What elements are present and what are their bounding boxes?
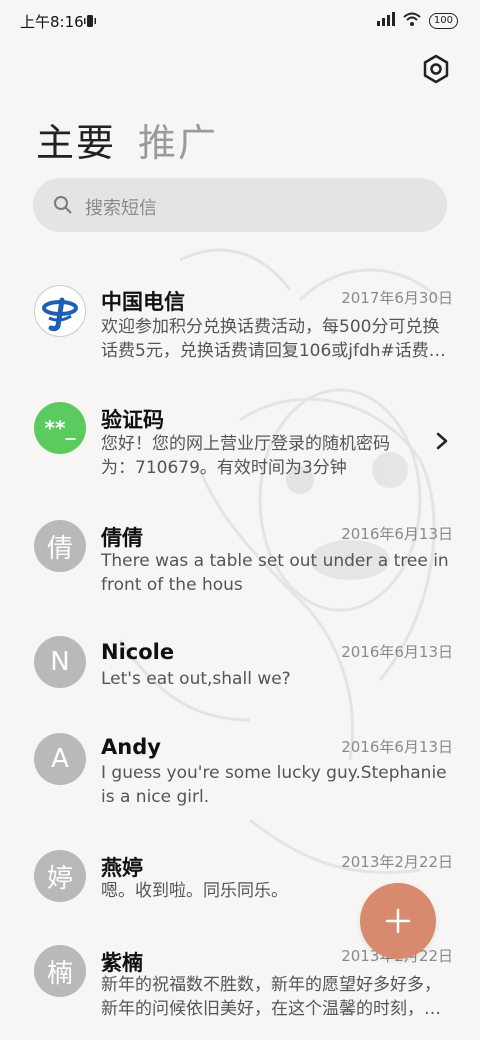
conversation-item[interactable]: N Nicole 2016年6月13日 Let's eat out,shall …: [0, 636, 480, 706]
avatar: 倩: [34, 520, 86, 572]
avatar: A: [34, 733, 86, 785]
avatar: **_: [34, 402, 86, 454]
contact-name: Nicole: [101, 640, 175, 664]
avatar-text: 婷: [46, 863, 73, 894]
avatar: N: [34, 636, 86, 688]
avatar: 婷: [34, 850, 86, 902]
message-date: 2013年2月22日: [341, 853, 453, 871]
status-bar: 上午8:16 100: [0, 0, 480, 42]
message-preview: 新年的祝福数不胜数，新年的愿望好多好多，新年的问候依旧美好，在这个温馨的时刻，…: [101, 975, 441, 1019]
message-date: 2016年6月13日: [341, 643, 453, 661]
message-preview: I guess you're some lucky guy.Stephanie …: [101, 763, 447, 807]
avatar-text: A: [51, 744, 69, 774]
search-placeholder: 搜索短信: [85, 198, 157, 219]
tab-bar: 主要 推广: [36, 112, 218, 167]
contact-name: 燕婷: [101, 856, 143, 880]
avatar: [34, 285, 86, 337]
signal-icon: [376, 11, 395, 30]
message-date: 2016年6月13日: [341, 525, 453, 543]
settings-button[interactable]: [422, 54, 450, 84]
status-time: 上午8:16: [20, 13, 84, 31]
conversation-item[interactable]: A Andy 2016年6月13日 I guess you're some lu…: [0, 731, 480, 821]
message-date: 2017年6月30日: [341, 289, 453, 307]
contact-name: 倩倩: [101, 526, 143, 550]
contact-name: Andy: [101, 735, 161, 759]
search-input[interactable]: 搜索短信: [33, 178, 447, 232]
message-preview: 您好！您的网上营业厅登录的随机密码为：710679。有效时间为3分钟: [101, 434, 390, 478]
battery-indicator: 100: [428, 12, 458, 29]
conversation-item[interactable]: 倩 倩倩 2016年6月13日 There was a table set ou…: [0, 518, 480, 608]
message-preview: There was a table set out under a tree i…: [101, 551, 449, 595]
vibrate-icon: [84, 13, 96, 32]
avatar: 楠: [34, 945, 86, 997]
tab-main[interactable]: 主要: [36, 112, 116, 167]
plus-icon: [385, 908, 411, 934]
message-preview: 欢迎参加积分兑换话费活动，每500分可兑换话费5元，兑换话费请回复106或jfd…: [101, 317, 446, 361]
message-preview: Let's eat out,shall we?: [101, 669, 291, 689]
message-date: 2016年6月13日: [341, 738, 453, 756]
avatar-text: **_: [44, 416, 76, 440]
avatar-text: N: [50, 647, 70, 677]
telecom-logo-icon: [42, 297, 78, 332]
search-icon: [54, 196, 72, 214]
avatar-text: 楠: [46, 958, 73, 989]
new-message-button[interactable]: [360, 883, 436, 959]
conversation-item[interactable]: **_ 验证码 您好！您的网上营业厅登录的随机密码为：710679。有效时间为3…: [0, 400, 480, 490]
wifi-icon: [403, 11, 421, 30]
chevron-right-icon[interactable]: [436, 432, 448, 450]
conversation-item[interactable]: 中国电信 2017年6月30日 欢迎参加积分兑换话费活动，每500分可兑换话费5…: [0, 280, 480, 370]
contact-name: 中国电信: [101, 290, 185, 314]
tab-promotions[interactable]: 推广: [138, 112, 218, 167]
settings-icon: [423, 54, 449, 84]
avatar-text: 倩: [46, 533, 73, 564]
contact-name: 验证码: [101, 408, 164, 432]
